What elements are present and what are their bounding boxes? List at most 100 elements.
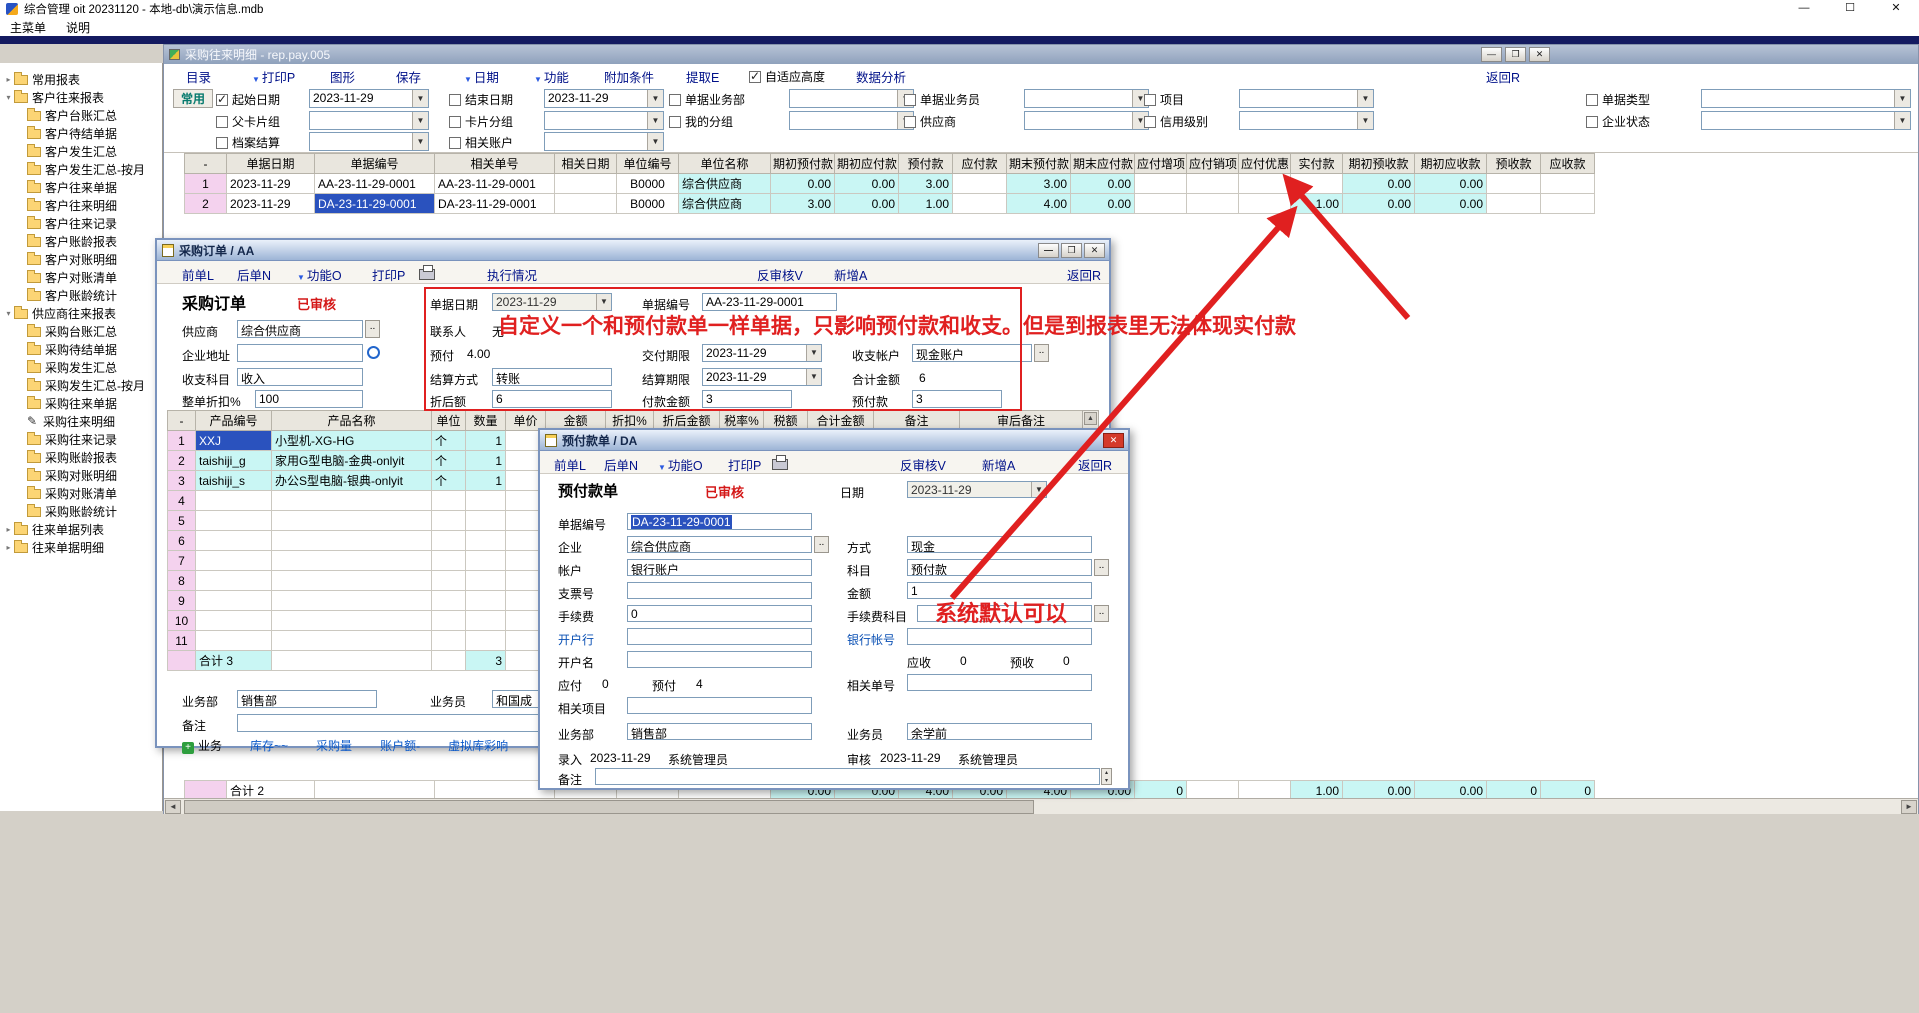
- column-header[interactable]: 产品编号: [196, 411, 272, 431]
- exec-status-button[interactable]: 执行情况: [487, 265, 537, 284]
- after-discount-input[interactable]: 6: [492, 390, 612, 408]
- tree-group-supplier[interactable]: ▾ 供应商往来报表: [0, 304, 162, 322]
- cell[interactable]: [1239, 194, 1291, 214]
- column-header[interactable]: 期初预付款: [771, 154, 835, 174]
- my-group-combo[interactable]: ▼: [789, 111, 914, 130]
- cell[interactable]: 3.00: [1007, 174, 1071, 194]
- cell[interactable]: 3: [168, 471, 196, 491]
- cell[interactable]: 1: [168, 431, 196, 451]
- tree-item[interactable]: ✎ 采购对账明细: [0, 466, 162, 484]
- cell[interactable]: 5: [168, 511, 196, 531]
- cell[interactable]: 0.00: [835, 174, 899, 194]
- lookup-button[interactable]: ..: [1094, 559, 1109, 576]
- tree-item[interactable]: ✎ 采购账龄统计: [0, 502, 162, 520]
- tree-item[interactable]: ✎ 客户待结单据: [0, 124, 162, 142]
- pay-amount-input[interactable]: 3: [702, 390, 792, 408]
- end-date-combo[interactable]: 2023-11-29▼: [544, 89, 664, 108]
- cell[interactable]: 0.00: [1415, 194, 1487, 214]
- footer-link[interactable]: 虚拟库彩响: [448, 737, 508, 754]
- filter-check-my-group[interactable]: 我的分组: [669, 113, 733, 130]
- footer-link[interactable]: 库存~~: [250, 737, 288, 754]
- filter-check-parent-card[interactable]: 父卡片组: [216, 113, 280, 130]
- printer-icon[interactable]: [772, 459, 788, 470]
- next-doc-button[interactable]: 后单N: [237, 265, 271, 284]
- filter-check-related-account[interactable]: 相关账户: [449, 134, 513, 151]
- cell[interactable]: 0.00: [1415, 174, 1487, 194]
- cell[interactable]: [466, 491, 506, 511]
- cell[interactable]: 综合供应商: [679, 174, 771, 194]
- parent-card-combo[interactable]: ▼: [309, 111, 429, 130]
- function-menu-button[interactable]: ▼功能O: [658, 455, 703, 474]
- prepay-amount-input[interactable]: 3: [912, 390, 1002, 408]
- deliver-date-input[interactable]: 2023-11-29▼: [702, 344, 822, 362]
- column-header[interactable]: 应付优惠: [1239, 154, 1291, 174]
- print-button[interactable]: 打印P: [728, 455, 761, 474]
- fee-subject-input[interactable]: [917, 605, 1092, 622]
- pay-account-input[interactable]: 现金账户: [912, 344, 1032, 362]
- cell[interactable]: 3.00: [899, 174, 953, 194]
- cell[interactable]: [1135, 194, 1187, 214]
- bank-name-input[interactable]: [627, 651, 812, 668]
- minimize-icon[interactable]: —: [1038, 243, 1059, 258]
- lookup-button[interactable]: ..: [1094, 605, 1109, 622]
- column-header[interactable]: 应付增项: [1135, 154, 1187, 174]
- footer-link[interactable]: 账户额-: [380, 737, 420, 754]
- column-header[interactable]: 预收款: [1487, 154, 1541, 174]
- doc-person-combo[interactable]: ▼: [1024, 89, 1149, 108]
- cell[interactable]: [1187, 194, 1239, 214]
- doc-no-input[interactable]: AA-23-11-29-0001: [702, 293, 837, 311]
- extract-button[interactable]: 提取E: [686, 67, 719, 86]
- cell[interactable]: DA-23-11-29-0001: [315, 194, 435, 214]
- discount-input[interactable]: 100: [255, 390, 363, 408]
- column-header[interactable]: 期初应收款: [1415, 154, 1487, 174]
- column-header[interactable]: 相关单号: [435, 154, 555, 174]
- cell[interactable]: 8: [168, 571, 196, 591]
- cell[interactable]: [272, 591, 432, 611]
- cell[interactable]: [1487, 174, 1541, 194]
- date-menu-button[interactable]: ▼日期: [464, 67, 499, 86]
- method-input[interactable]: 现金: [907, 536, 1092, 553]
- filter-check-credit[interactable]: 信用级别: [1144, 113, 1208, 130]
- cell[interactable]: [196, 491, 272, 511]
- bank-input[interactable]: [627, 628, 812, 645]
- tree-item-doc-list[interactable]: ▸ 往来单据列表: [0, 520, 162, 538]
- filter-tab-common[interactable]: 常用: [173, 89, 213, 108]
- filter-check-doc-person[interactable]: 单据业务员: [904, 91, 980, 108]
- close-icon[interactable]: ✕: [1873, 0, 1919, 18]
- cell[interactable]: 0.00: [1071, 194, 1135, 214]
- lookup-button[interactable]: ..: [365, 320, 380, 338]
- cell[interactable]: 7: [168, 551, 196, 571]
- cell[interactable]: 11: [168, 631, 196, 651]
- company-state-combo[interactable]: ▼: [1701, 111, 1911, 130]
- prev-doc-button[interactable]: 前单L: [554, 455, 586, 474]
- cell[interactable]: [272, 511, 432, 531]
- cell[interactable]: 4.00: [1007, 194, 1071, 214]
- tree-item-doc-detail[interactable]: ▸ 往来单据明细: [0, 538, 162, 556]
- cell[interactable]: 10: [168, 611, 196, 631]
- column-header[interactable]: 期初预收款: [1343, 154, 1415, 174]
- cell[interactable]: 家用G型电脑-金典-onlyit: [272, 451, 432, 471]
- tree-item[interactable]: ✎ 客户往来明细: [0, 196, 162, 214]
- cell[interactable]: [555, 174, 617, 194]
- refresh-icon[interactable]: [367, 346, 380, 359]
- cell[interactable]: 综合供应商: [679, 194, 771, 214]
- spinner-buttons[interactable]: ▴▾: [1101, 768, 1112, 785]
- graph-button[interactable]: 图形: [330, 67, 355, 86]
- project-combo[interactable]: ▼: [1239, 89, 1374, 108]
- tree-item[interactable]: ✎ 客户账龄报表: [0, 232, 162, 250]
- catalog-button[interactable]: 目录: [186, 67, 211, 86]
- cell[interactable]: [466, 571, 506, 591]
- cell[interactable]: [466, 511, 506, 531]
- unaudit-button[interactable]: 反审核V: [757, 265, 803, 284]
- horizontal-scrollbar[interactable]: ◄ ►: [164, 798, 1918, 814]
- close-icon[interactable]: ✕: [1529, 47, 1550, 62]
- cell[interactable]: 1: [466, 431, 506, 451]
- column-header[interactable]: 单位编号: [617, 154, 679, 174]
- filter-check-project[interactable]: 项目: [1144, 91, 1184, 108]
- cell[interactable]: 个: [432, 451, 466, 471]
- cell[interactable]: [432, 511, 466, 531]
- column-header[interactable]: 预付款: [899, 154, 953, 174]
- column-header[interactable]: 单位: [432, 411, 466, 431]
- cell[interactable]: [466, 611, 506, 631]
- cell[interactable]: DA-23-11-29-0001: [435, 194, 555, 214]
